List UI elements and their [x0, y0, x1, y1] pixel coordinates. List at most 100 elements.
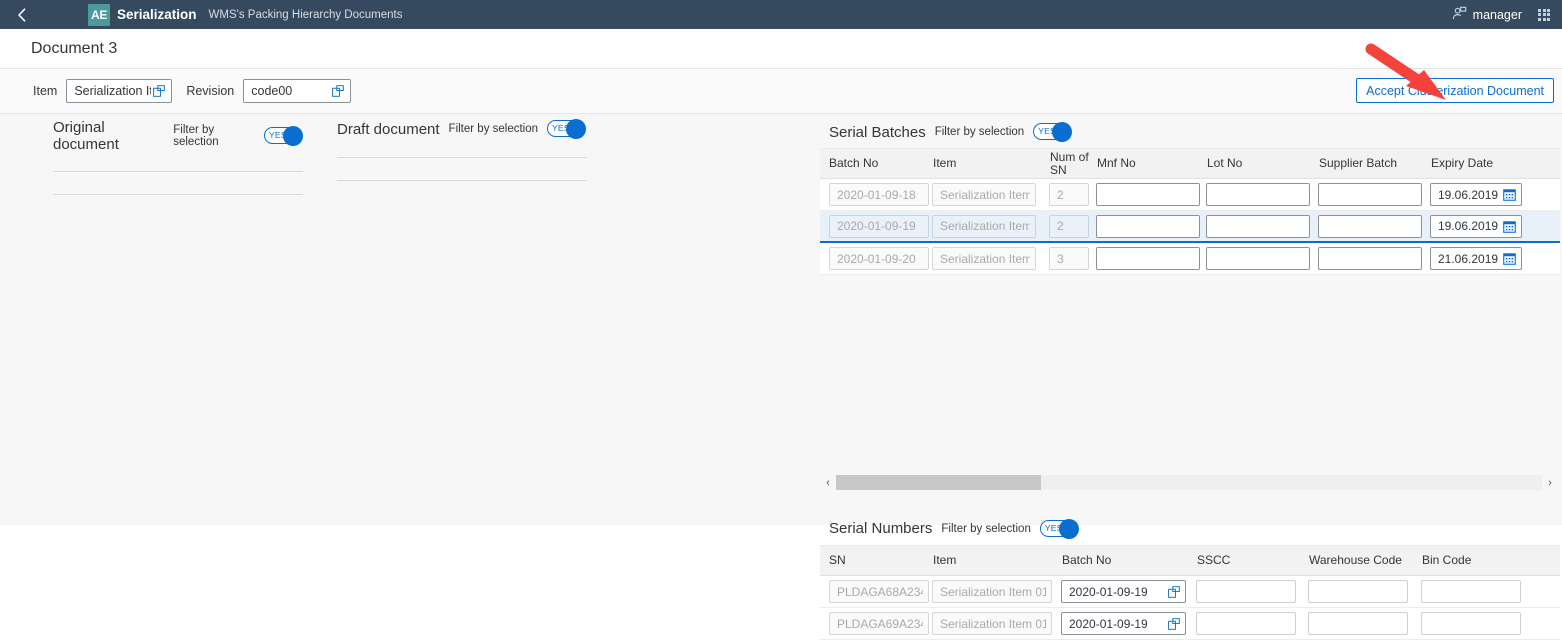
cell-field[interactable]: [1096, 215, 1200, 238]
cell-sn-batch-no[interactable]: 2020-01-09-19: [1061, 612, 1196, 635]
cell-field[interactable]: [1318, 183, 1422, 206]
cell-field[interactable]: 3: [1049, 247, 1089, 270]
cell-field[interactable]: 2020-01-09-19: [1061, 580, 1186, 603]
value-help-icon[interactable]: [1164, 618, 1180, 630]
column-header-mnf-no[interactable]: Mnf No: [1096, 157, 1206, 170]
column-header-supplier-batch[interactable]: Supplier Batch: [1318, 157, 1430, 170]
column-header-num-of-sn[interactable]: Num of SN: [1049, 151, 1096, 176]
cell-field[interactable]: [1318, 215, 1422, 238]
calendar-icon[interactable]: [1499, 252, 1516, 265]
column-header-sn[interactable]: SN: [820, 554, 932, 567]
cell-field[interactable]: [1206, 247, 1310, 270]
cell-mnf-no[interactable]: [1096, 247, 1206, 270]
cell-bin-code[interactable]: [1421, 580, 1531, 603]
calendar-icon[interactable]: [1499, 220, 1516, 233]
original-filter-toggle[interactable]: YES: [264, 126, 303, 146]
serial-batches-hscrollbar[interactable]: ‹ ›: [820, 474, 1558, 491]
column-header-warehouse-code[interactable]: Warehouse Code: [1308, 554, 1421, 567]
cell-sn-item[interactable]: Serialization Item 01: [932, 580, 1061, 603]
cell-field[interactable]: PLDAGA68A234 ...: [829, 580, 929, 603]
cell-num-of-sn[interactable]: 2: [1049, 215, 1096, 238]
cell-field[interactable]: 2020-01-09-19: [1061, 612, 1186, 635]
cell-supplier-batch[interactable]: [1318, 247, 1430, 270]
column-header-sn-item[interactable]: Item: [932, 554, 1061, 567]
revision-field[interactable]: [243, 79, 351, 103]
value-help-icon[interactable]: [1164, 586, 1180, 598]
cell-batch-no[interactable]: 2020-01-09-19: [820, 215, 932, 238]
cell-sscc[interactable]: [1196, 580, 1308, 603]
grid-apps-icon[interactable]: [1536, 7, 1552, 23]
cell-sn-batch-no[interactable]: 2020-01-09-19: [1061, 580, 1196, 603]
cell-sscc[interactable]: [1196, 612, 1308, 635]
cell-lot-no[interactable]: [1206, 183, 1318, 206]
cell-lot-no[interactable]: [1206, 215, 1318, 238]
cell-expiry-date[interactable]: 21.06.2019: [1430, 247, 1540, 270]
cell-field[interactable]: 2: [1049, 183, 1089, 206]
revision-input[interactable]: [251, 84, 330, 98]
serial-batches-filter-toggle[interactable]: YES: [1033, 122, 1072, 142]
cell-lot-no[interactable]: [1206, 247, 1318, 270]
scrollbar-track[interactable]: [836, 475, 1542, 490]
cell-field[interactable]: [1196, 580, 1296, 603]
cell-expiry-date[interactable]: 19.06.2019: [1430, 215, 1540, 238]
cell-field[interactable]: Serialization Item 01: [932, 580, 1052, 603]
cell-mnf-no[interactable]: [1096, 215, 1206, 238]
cell-field[interactable]: PLDAGA69A234 ...: [829, 612, 929, 635]
item-field[interactable]: [66, 79, 172, 103]
column-header-bin-code[interactable]: Bin Code: [1421, 554, 1531, 567]
serial-numbers-row[interactable]: PLDAGA69A234 ...Serialization Item 01 202…: [820, 608, 1560, 640]
item-input[interactable]: [74, 84, 151, 98]
cell-expiry-date[interactable]: 19.06.2019: [1430, 183, 1540, 206]
cell-item[interactable]: Serialization Item ...: [932, 215, 1049, 238]
serial-batches-row[interactable]: 2020-01-09-20Serialization Item ... 3 21.0…: [820, 243, 1560, 275]
cell-field[interactable]: 2020-01-09-20: [829, 247, 929, 270]
column-header-batch-no[interactable]: Batch No: [820, 157, 932, 170]
cell-batch-no[interactable]: 2020-01-09-18: [820, 183, 932, 206]
cell-field[interactable]: [1206, 215, 1310, 238]
cell-sn[interactable]: PLDAGA69A234 ...: [820, 612, 932, 635]
cell-warehouse-code[interactable]: [1308, 580, 1421, 603]
cell-bin-code[interactable]: [1421, 612, 1531, 635]
scroll-left-arrow-icon[interactable]: ‹: [820, 474, 836, 491]
cell-field[interactable]: [1421, 580, 1521, 603]
cell-num-of-sn[interactable]: 2: [1049, 183, 1096, 206]
cell-field[interactable]: 2020-01-09-19: [829, 215, 929, 238]
cell-num-of-sn[interactable]: 3: [1049, 247, 1096, 270]
column-header-lot-no[interactable]: Lot No: [1206, 157, 1318, 170]
cell-field[interactable]: 2: [1049, 215, 1089, 238]
back-button[interactable]: [0, 0, 44, 29]
cell-field[interactable]: 19.06.2019: [1430, 215, 1522, 238]
item-value-help-icon[interactable]: [151, 82, 167, 100]
column-header-sscc[interactable]: SSCC: [1196, 554, 1308, 567]
draft-filter-toggle[interactable]: YES: [547, 119, 586, 139]
cell-field[interactable]: Serialization Item ...: [932, 215, 1036, 238]
serial-numbers-row[interactable]: PLDAGA68A234 ...Serialization Item 01 202…: [820, 576, 1560, 608]
cell-item[interactable]: Serialization Item ...: [932, 183, 1049, 206]
cell-field[interactable]: [1318, 247, 1422, 270]
scrollbar-thumb[interactable]: [836, 475, 1041, 490]
column-header-sn-batch-no[interactable]: Batch No: [1061, 554, 1196, 567]
cell-batch-no[interactable]: 2020-01-09-20: [820, 247, 932, 270]
cell-field[interactable]: [1308, 612, 1408, 635]
cell-warehouse-code[interactable]: [1308, 612, 1421, 635]
column-header-item[interactable]: Item: [932, 157, 1049, 170]
cell-supplier-batch[interactable]: [1318, 215, 1430, 238]
serial-numbers-filter-toggle[interactable]: YES: [1040, 519, 1079, 539]
serial-batches-row[interactable]: 2020-01-09-18Serialization Item ...2 19.0…: [820, 179, 1560, 211]
cell-field[interactable]: [1096, 183, 1200, 206]
cell-field[interactable]: [1096, 247, 1200, 270]
cell-field[interactable]: Serialization Item ...: [932, 247, 1036, 270]
cell-field[interactable]: 19.06.2019: [1430, 183, 1522, 206]
accept-clusterization-document-button[interactable]: Accept Clusterization Document: [1356, 78, 1554, 103]
calendar-icon[interactable]: [1499, 188, 1516, 201]
serial-batches-row[interactable]: 2020-01-09-19Serialization Item ... 2 19.0…: [820, 211, 1560, 243]
cell-field[interactable]: Serialization Item 01: [932, 612, 1052, 635]
cell-field[interactable]: [1421, 612, 1521, 635]
cell-sn-item[interactable]: Serialization Item 01: [932, 612, 1061, 635]
revision-value-help-icon[interactable]: [330, 82, 346, 100]
cell-field[interactable]: [1196, 612, 1296, 635]
cell-field[interactable]: [1308, 580, 1408, 603]
column-header-expiry-date[interactable]: Expiry Date: [1430, 157, 1540, 170]
cell-sn[interactable]: PLDAGA68A234 ...: [820, 580, 932, 603]
cell-item[interactable]: Serialization Item ...: [932, 247, 1049, 270]
